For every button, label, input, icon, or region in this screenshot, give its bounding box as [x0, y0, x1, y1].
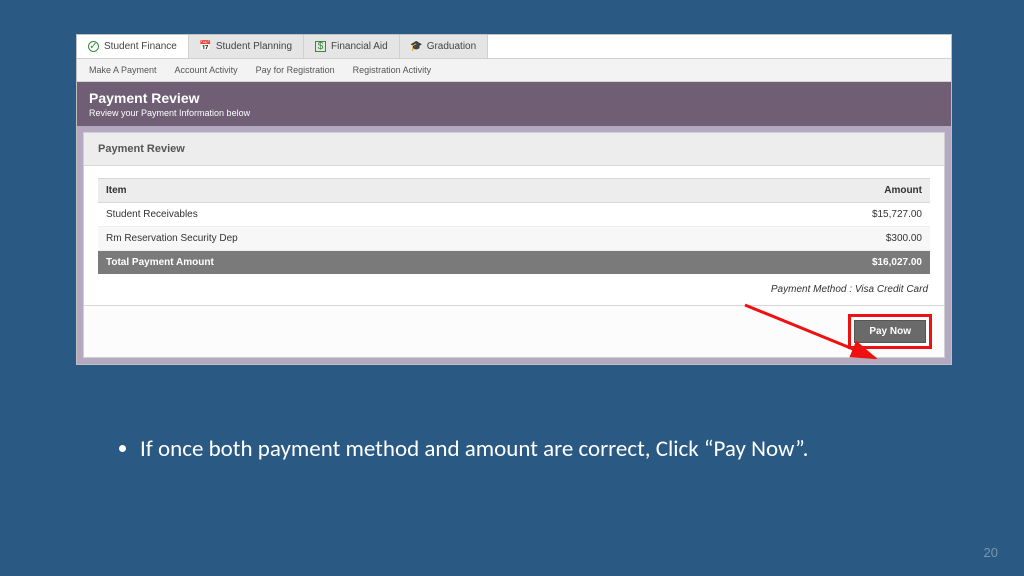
- subnav-pay-registration[interactable]: Pay for Registration: [256, 65, 335, 75]
- total-label: Total Payment Amount: [98, 251, 673, 275]
- total-row: Total Payment Amount $16,027.00: [98, 251, 930, 275]
- payment-table: Item Amount Student Receivables $15,727.…: [98, 178, 930, 274]
- payment-method: Payment Method : Visa Credit Card: [84, 274, 944, 305]
- check-icon: ✓: [88, 41, 99, 52]
- instruction-text: If once both payment method and amount a…: [140, 435, 872, 465]
- subnav-registration-activity[interactable]: Registration Activity: [353, 65, 432, 75]
- tab-label: Student Planning: [216, 41, 292, 52]
- page-number: 20: [984, 545, 998, 560]
- col-amount: Amount: [673, 179, 930, 203]
- top-tabs: ✓ Student Finance 📅 Student Planning $ F…: [77, 35, 951, 59]
- content-wrap: Payment Review Item Amount Student Recei…: [77, 126, 951, 364]
- cell-item: Rm Reservation Security Dep: [98, 227, 673, 251]
- total-amount: $16,027.00: [673, 251, 930, 275]
- subnav-make-payment[interactable]: Make A Payment: [89, 65, 157, 75]
- payment-review-panel: Payment Review Item Amount Student Recei…: [83, 132, 945, 358]
- col-item: Item: [98, 179, 673, 203]
- cell-amount: $15,727.00: [673, 203, 930, 227]
- tab-student-finance[interactable]: ✓ Student Finance: [77, 35, 189, 58]
- panel-title: Payment Review: [84, 133, 944, 166]
- pay-now-button[interactable]: Pay Now: [854, 320, 926, 343]
- page-subtitle: Review your Payment Information below: [89, 108, 939, 118]
- tab-label: Student Finance: [104, 41, 177, 52]
- app-window: ✓ Student Finance 📅 Student Planning $ F…: [76, 34, 952, 365]
- pay-now-highlight: Pay Now: [848, 314, 932, 349]
- cell-item: Student Receivables: [98, 203, 673, 227]
- table-row: Student Receivables $15,727.00: [98, 203, 930, 227]
- page-header: Payment Review Review your Payment Infor…: [77, 82, 951, 126]
- tab-graduation[interactable]: 🎓 Graduation: [400, 35, 488, 58]
- dollar-icon: $: [315, 41, 326, 52]
- tab-student-planning[interactable]: 📅 Student Planning: [189, 35, 304, 58]
- graduation-cap-icon: 🎓: [411, 41, 422, 52]
- calendar-icon: 📅: [200, 41, 211, 52]
- tab-label: Graduation: [427, 41, 476, 52]
- table-wrap: Item Amount Student Receivables $15,727.…: [84, 166, 944, 274]
- subnav-account-activity[interactable]: Account Activity: [175, 65, 238, 75]
- tab-label: Financial Aid: [331, 41, 388, 52]
- table-row: Rm Reservation Security Dep $300.00: [98, 227, 930, 251]
- page-title: Payment Review: [89, 90, 939, 106]
- tab-financial-aid[interactable]: $ Financial Aid: [304, 35, 400, 58]
- action-row: Pay Now: [84, 305, 944, 357]
- cell-amount: $300.00: [673, 227, 930, 251]
- sub-nav: Make A Payment Account Activity Pay for …: [77, 59, 951, 82]
- instruction-note: If once both payment method and amount a…: [112, 435, 872, 465]
